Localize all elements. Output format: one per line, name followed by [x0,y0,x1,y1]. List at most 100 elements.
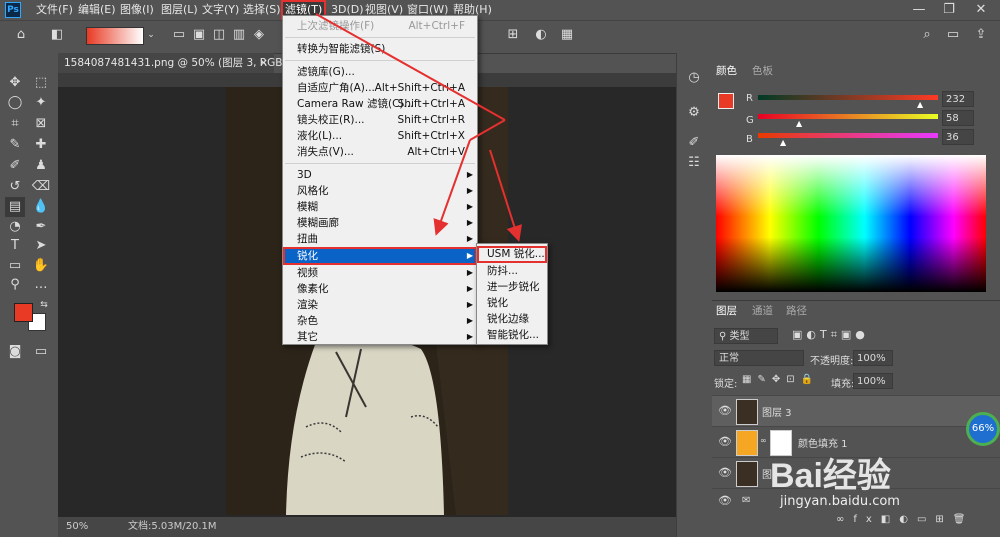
menu-item-render[interactable]: 渲染 ▶ [283,297,477,313]
diamond-gradient-icon[interactable]: ◈ [250,26,268,44]
zoom-level[interactable]: 50% [66,517,88,537]
r-slider[interactable] [758,95,938,100]
close-tab-icon[interactable]: × [259,53,268,73]
stamp-tool-icon[interactable]: ♟ [31,156,51,176]
healing-brush-icon[interactable]: ✚ [31,135,51,155]
shape-tool-icon[interactable]: ▭ [5,256,25,276]
eye-icon[interactable]: 👁 [718,436,732,448]
document-tab[interactable]: 1584087481431.png @ 50% (图层 3, RGB/8) * … [58,53,305,73]
blur-tool-icon[interactable]: 💧 [31,197,51,217]
menu-item-noise[interactable]: 杂色 ▶ [283,313,477,329]
minimize-icon[interactable]: — [904,0,934,20]
hand-tool-icon[interactable]: ✋ [31,256,51,276]
submenu-item-sharpen[interactable]: 锐化 [477,295,547,311]
b-value-input[interactable]: 36 [942,129,974,145]
menu-item-sharpen[interactable]: 锐化 ▶ [283,247,477,265]
submenu-item-unsharp-mask[interactable]: USM 锐化... [477,246,547,263]
fill-input[interactable]: 100% [853,373,893,389]
contrast-icon[interactable]: ◐ [532,26,550,44]
menu-item-liquify[interactable]: 液化(L)... Shift+Ctrl+X [283,128,477,144]
adjustments-panel-icon[interactable]: ☷ [684,153,704,173]
move-tool-icon[interactable]: ✥ [5,73,25,93]
radial-gradient-icon[interactable]: ▣ [190,26,208,44]
layer-name[interactable]: 图层 3 [762,404,792,419]
eye-icon[interactable]: 👁 [718,467,732,479]
brushes-panel-icon[interactable]: ✐ [684,133,704,153]
crop-tool-icon[interactable]: ⌗ [5,114,25,134]
swap-colors-icon[interactable]: ⇆ [34,295,54,315]
menu-layer[interactable]: 图层(L) [161,0,198,20]
gradient-tool-icon[interactable]: ▤ [5,197,25,217]
close-window-icon[interactable]: ✕ [966,0,996,20]
menu-file[interactable]: 文件(F) [36,0,73,20]
share-icon[interactable]: ⇪ [972,26,990,44]
menu-edit[interactable]: 编辑(E) [78,0,116,20]
linear-gradient-icon[interactable]: ▭ [170,26,188,44]
search-icon[interactable]: ⌕ [918,26,936,44]
menu-item-convert-smart-filter[interactable]: 转换为智能滤镜(S) [283,41,477,57]
color-spectrum[interactable] [716,155,986,292]
menu-item-stylize[interactable]: 风格化 ▶ [283,183,477,199]
r-slider-handle[interactable]: ▲ [917,100,923,109]
color-panel-foreground[interactable] [718,93,734,109]
home-icon[interactable]: ⌂ [12,26,30,44]
eye-icon[interactable]: 👁 [718,405,732,417]
menu-item-pixelate[interactable]: 像素化 ▶ [283,281,477,297]
maximize-icon[interactable]: ❐ [934,0,964,20]
pen-tool-icon[interactable]: ✒ [31,217,51,237]
menu-item-other[interactable]: 其它 ▶ [283,329,477,345]
chevron-down-icon[interactable]: ⌄ [142,26,160,44]
submenu-item-sharpen-edges[interactable]: 锐化边缘 [477,311,547,327]
dodge-tool-icon[interactable]: ◔ [5,217,25,237]
brush-tool-icon[interactable]: ✐ [5,156,25,176]
g-value-input[interactable]: 58 [942,110,974,126]
menu-item-filter-gallery[interactable]: 滤镜库(G)... [283,64,477,80]
workspace-icon[interactable]: ▭ [944,26,962,44]
gradient-swatch[interactable] [86,27,144,45]
b-slider-handle[interactable]: ▲ [780,138,786,147]
menu-image[interactable]: 图像(I) [120,0,154,20]
menu-item-lens-correction[interactable]: 镜头校正(R)... Shift+Ctrl+R [283,112,477,128]
menu-item-video[interactable]: 视频 ▶ [283,265,477,281]
lasso-tool-icon[interactable]: ◯ [5,93,25,113]
menu-type[interactable]: 文字(Y) [202,0,239,20]
menu-item-vanishing-point[interactable]: 消失点(V)... Alt+Ctrl+V [283,144,477,160]
g-slider-handle[interactable]: ▲ [796,119,802,128]
r-value-input[interactable]: 232 [942,91,974,107]
tab-swatches[interactable]: 色板 [752,61,773,81]
tab-paths[interactable]: 路径 [786,301,807,321]
tab-layers[interactable]: 图层 [716,301,737,321]
submenu-item-smart-sharpen[interactable]: 智能锐化... [477,327,547,343]
tab-color[interactable]: 颜色 [716,61,737,81]
path-select-icon[interactable]: ➤ [31,236,51,256]
menu-item-camera-raw[interactable]: Camera Raw 滤镜(C)... Shift+Ctrl+A [283,96,477,112]
marquee-tool-icon[interactable]: ⬚ [31,73,51,93]
type-tool-icon[interactable]: T [5,236,25,256]
magic-wand-icon[interactable]: ✦ [31,93,51,113]
g-slider[interactable] [758,114,938,119]
foreground-color-swatch[interactable] [14,303,33,322]
eyedropper-icon[interactable]: ✎ [5,135,25,155]
layer-filter-icons[interactable]: ▣◐T⌗▣● [792,328,869,342]
menu-select[interactable]: 选择(S) [243,0,281,20]
blend-mode-select[interactable]: 正常 [714,350,804,366]
submenu-item-sharpen-more[interactable]: 进一步锐化 [477,279,547,295]
quick-mask-icon[interactable]: ◙ [5,342,25,362]
eraser-icon[interactable]: ⌫ [31,177,51,197]
transparency-grid-icon[interactable]: ▦ [558,26,576,44]
reflected-gradient-icon[interactable]: ▥ [230,26,248,44]
history-brush-icon[interactable]: ↺ [5,177,25,197]
layer-row[interactable]: 👁 图层 3 [712,395,1000,426]
arrange-icon[interactable]: ⊞ [504,26,522,44]
history-panel-icon[interactable]: ◷ [684,68,704,88]
document-size[interactable]: 文档:5.03M/20.1M [128,517,217,537]
gradient-tool-preset-icon[interactable]: ◧ [48,26,66,44]
angle-gradient-icon[interactable]: ◫ [210,26,228,44]
opacity-input[interactable]: 100% [853,350,893,366]
menu-item-distort[interactable]: 扭曲 ▶ [283,231,477,247]
menu-item-blur[interactable]: 模糊 ▶ [283,199,477,215]
layer-filter-dropdown[interactable]: ⚲ 类型 [714,328,778,344]
tab-channels[interactable]: 通道 [752,301,773,321]
eye-icon[interactable]: 👁 [718,495,732,507]
layer-actions-bar[interactable]: ∞fx◧◐▭⊞🗑 [836,514,974,525]
